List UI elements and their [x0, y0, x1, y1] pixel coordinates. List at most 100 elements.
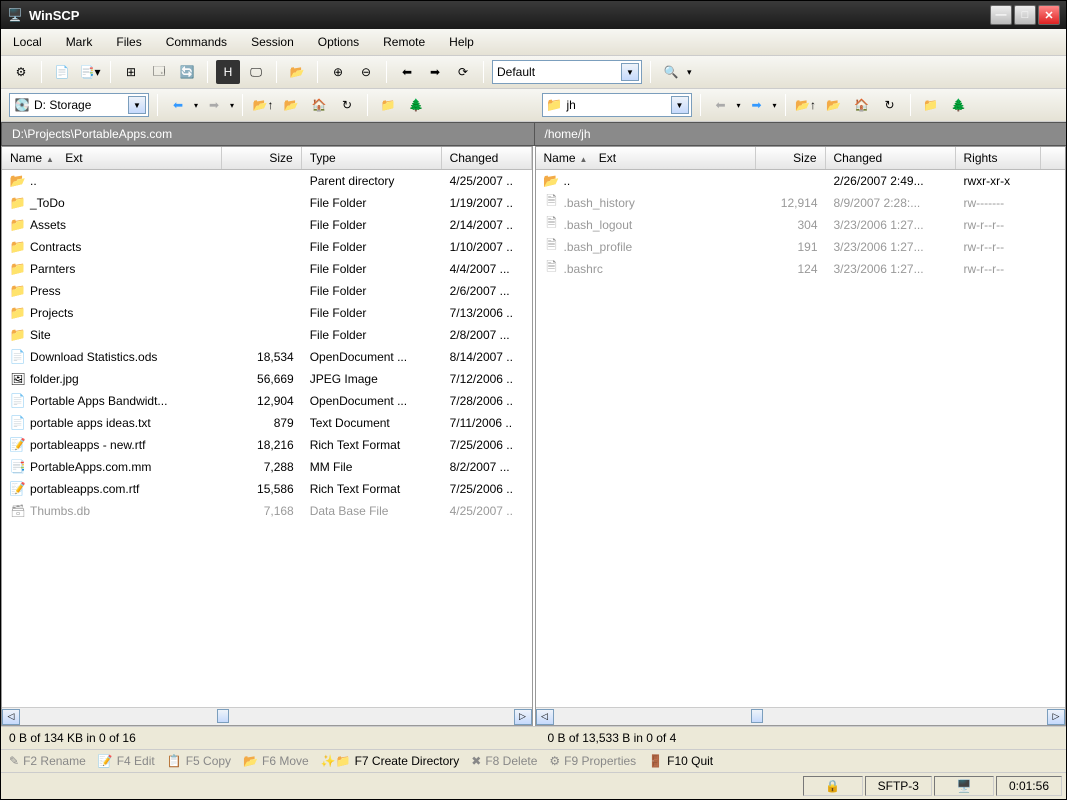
local-back-button[interactable]: ⬅ [166, 93, 190, 117]
file-row[interactable]: Portable Apps Bandwidt...12,904OpenDocum… [2, 390, 532, 412]
remote-path-label[interactable]: /home/jh [534, 122, 1067, 146]
remote-file-list[interactable]: ..2/26/2007 2:49...rwxr-xr-x.bash_histor… [536, 170, 1066, 707]
minimize-button[interactable]: — [990, 5, 1012, 25]
dropdown-arrow-icon[interactable]: ▾ [687, 67, 692, 78]
f6-move-button[interactable]: 📂F6 Move [243, 754, 309, 768]
local-path-label[interactable]: D:\Projects\PortableApps.com [1, 122, 534, 146]
file-size: 304 [756, 216, 826, 234]
local-tree-button[interactable]: 🌲 [404, 93, 428, 117]
menu-remote[interactable]: Remote [379, 33, 429, 51]
menu-options[interactable]: Options [314, 33, 363, 51]
f5-copy-button[interactable]: 📋F5 Copy [167, 754, 231, 768]
file-type: Rich Text Format [302, 436, 442, 454]
open-terminal-button[interactable]: 🖵 [244, 60, 268, 84]
f7-create-directory-button[interactable]: ✨📁F7 Create Directory [321, 754, 460, 768]
remote-back-button[interactable]: ⬅ [709, 93, 733, 117]
file-row[interactable]: portableapps.com.rtf15,586Rich Text Form… [2, 478, 532, 500]
file-row[interactable]: ParntersFile Folder4/4/2007 ... [2, 258, 532, 280]
local-scrollbar[interactable]: ◁ ▷ [2, 707, 532, 725]
file-row[interactable]: PortableApps.com.mm7,288MM File8/2/2007 … [2, 456, 532, 478]
local-bookmark-button[interactable]: 📁 [376, 93, 400, 117]
select-button[interactable]: ⊕ [326, 60, 350, 84]
file-row[interactable]: Thumbs.db7,168Data Base File4/25/2007 .. [2, 500, 532, 522]
local-nav-toolbar: D: Storage ▼ ⬅ ▾ ➡ ▾ 📂↑ 📂 🏠 ↻ 📁 🌲 [1, 89, 534, 121]
f10-quit-button[interactable]: 🚪F10 Quit [648, 754, 713, 768]
close-button[interactable]: ✕ [1038, 5, 1060, 25]
sync-browse-button[interactable]: 🔄 [175, 60, 199, 84]
file-row[interactable]: portable apps ideas.txt879Text Document7… [2, 412, 532, 434]
local-parent-button[interactable]: 📂↑ [251, 93, 275, 117]
remote-home-button[interactable]: 🏠 [850, 93, 874, 117]
console-button[interactable]: H [216, 60, 240, 84]
menu-session[interactable]: Session [247, 33, 298, 51]
remote-root-button[interactable]: 📂 [822, 93, 846, 117]
file-row[interactable]: ..2/26/2007 2:49...rwxr-xr-x [536, 170, 1066, 192]
file-row[interactable]: _ToDoFile Folder1/19/2007 .. [2, 192, 532, 214]
remote-refresh-button[interactable]: ↻ [878, 93, 902, 117]
file-row[interactable]: portableapps - new.rtf18,216Rich Text Fo… [2, 434, 532, 456]
remote-forward-button[interactable]: ➡ [745, 93, 769, 117]
file-row[interactable]: SiteFile Folder2/8/2007 ... [2, 324, 532, 346]
menu-commands[interactable]: Commands [162, 33, 231, 51]
file-row[interactable]: ProjectsFile Folder7/13/2006 .. [2, 302, 532, 324]
remote-dir-combo[interactable]: jh ▼ [542, 93, 692, 117]
local-col-changed[interactable]: Changed [442, 147, 532, 169]
file-row[interactable]: folder.jpg56,669JPEG Image7/12/2006 .. [2, 368, 532, 390]
scroll-right-button[interactable]: ▷ [1047, 709, 1065, 725]
remote-scrollbar[interactable]: ◁ ▷ [536, 707, 1066, 725]
sync-button[interactable]: 📂 [285, 60, 309, 84]
local-refresh-button[interactable]: ↻ [335, 93, 359, 117]
file-row[interactable]: .bashrc1243/23/2006 1:27...rw-r--r-- [536, 258, 1066, 280]
transfer-preset-combo[interactable]: Default ▼ [492, 60, 642, 84]
menu-help[interactable]: Help [445, 33, 478, 51]
file-row[interactable]: ContractsFile Folder1/10/2007 .. [2, 236, 532, 258]
file-size [222, 326, 302, 344]
menu-local[interactable]: Local [9, 33, 46, 51]
f4-edit-button[interactable]: 📝F4 Edit [98, 754, 155, 768]
new-session-button[interactable]: 📄 [50, 60, 74, 84]
queue-button[interactable]: ⟳ [451, 60, 475, 84]
scroll-left-button[interactable]: ◁ [536, 709, 554, 725]
remote-col-size[interactable]: Size [756, 147, 826, 169]
f8-delete-button[interactable]: ✖F8 Delete [471, 754, 537, 768]
file-row[interactable]: .bash_logout3043/23/2006 1:27...rw-r--r-… [536, 214, 1066, 236]
file-size [222, 238, 302, 256]
local-drive-combo[interactable]: D: Storage ▼ [9, 93, 149, 117]
scroll-left-button[interactable]: ◁ [2, 709, 20, 725]
file-changed: 4/4/2007 ... [442, 260, 532, 278]
file-row[interactable]: .bash_profile1913/23/2006 1:27...rw-r--r… [536, 236, 1066, 258]
remote-tree-button[interactable]: 🌲 [947, 93, 971, 117]
menu-mark[interactable]: Mark [62, 33, 97, 51]
local-forward-button[interactable]: ➡ [202, 93, 226, 117]
file-row[interactable]: .bash_history12,9148/9/2007 2:28:...rw--… [536, 192, 1066, 214]
remote-col-rights[interactable]: Rights [956, 147, 1041, 169]
file-type: File Folder [302, 194, 442, 212]
file-row[interactable]: ..Parent directory4/25/2007 .. [2, 170, 532, 192]
local-home-button[interactable]: 🏠 [307, 93, 331, 117]
compare-button[interactable]: 🔍 [659, 60, 683, 84]
local-root-button[interactable]: 📂 [279, 93, 303, 117]
menu-files[interactable]: Files [112, 33, 145, 51]
local-col-size[interactable]: Size [222, 147, 302, 169]
remote-col-changed[interactable]: Changed [826, 147, 956, 169]
explorer-button[interactable]: 🗔 [147, 60, 171, 84]
remote-bookmark-button[interactable]: 📁 [919, 93, 943, 117]
local-col-name[interactable]: Name▲ Ext [2, 147, 222, 169]
maximize-button[interactable]: □ [1014, 5, 1036, 25]
saved-sessions-button[interactable]: 📑▾ [78, 60, 102, 84]
file-row[interactable]: AssetsFile Folder2/14/2007 .. [2, 214, 532, 236]
f2-rename-button[interactable]: ✎F2 Rename [9, 754, 86, 768]
remote-parent-button[interactable]: 📂↑ [794, 93, 818, 117]
download-button[interactable]: ➡ [423, 60, 447, 84]
f9-properties-button[interactable]: ⚙F9 Properties [549, 754, 636, 768]
deselect-button[interactable]: ⊖ [354, 60, 378, 84]
upload-button[interactable]: ⬅ [395, 60, 419, 84]
file-row[interactable]: PressFile Folder2/6/2007 ... [2, 280, 532, 302]
file-row[interactable]: Download Statistics.ods18,534OpenDocumen… [2, 346, 532, 368]
scroll-right-button[interactable]: ▷ [514, 709, 532, 725]
preferences-button[interactable]: ⚙ [9, 60, 33, 84]
local-file-list[interactable]: ..Parent directory4/25/2007 .._ToDoFile … [2, 170, 532, 707]
remote-col-name[interactable]: Name▲ Ext [536, 147, 756, 169]
commander-button[interactable]: ⊞ [119, 60, 143, 84]
local-col-type[interactable]: Type [302, 147, 442, 169]
